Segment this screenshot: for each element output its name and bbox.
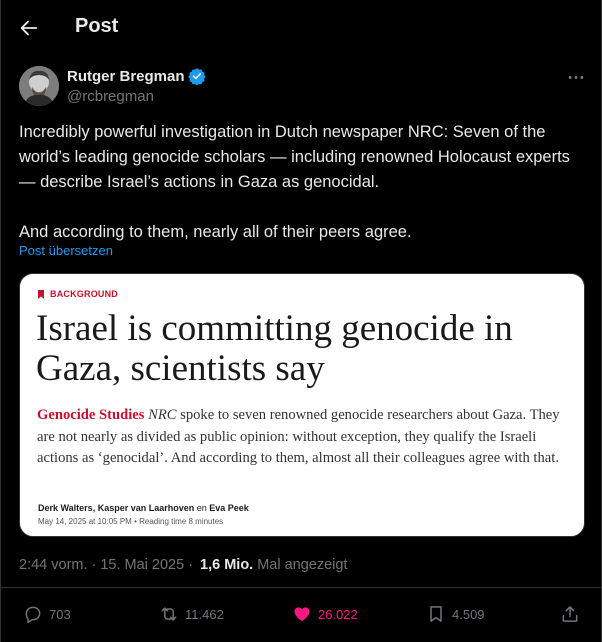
post-page: Post Rutger Bregman @rcbregman Incredibl… (0, 0, 602, 642)
repost-icon (161, 607, 177, 621)
reply-count: 703 (49, 606, 71, 622)
verified-badge-icon (187, 68, 206, 85)
deck-source: NRC (148, 407, 177, 423)
repost-count: 11.462 (185, 606, 224, 622)
bookmark-icon (430, 606, 442, 622)
post-date[interactable]: 15. Mai 2025 (100, 557, 184, 573)
meta-separator: · (188, 557, 194, 573)
kicker-label: BACKGROUND (50, 289, 118, 299)
byline-joiner: en (196, 503, 207, 513)
deck-label: Genocide Studies (37, 407, 145, 423)
meta-separator: · (91, 557, 97, 573)
author-row: Rutger Bregman @rcbregman (19, 66, 589, 108)
more-dots-icon (568, 75, 584, 79)
reply-icon (25, 606, 41, 624)
like-count: 26.022 (318, 606, 358, 622)
avatar-image (19, 66, 59, 106)
repost-button[interactable]: 11.462 (159, 604, 224, 624)
byline-last-author: Eva Peek (209, 503, 249, 513)
card-headline: Israel is committing genocide in Gaza, s… (36, 308, 513, 389)
card-kicker: BACKGROUND (38, 289, 118, 299)
page-title: Post (75, 15, 119, 37)
author-handle[interactable]: @rcbregman (67, 88, 154, 105)
tweet-text: Incredibly powerful investigation in Dut… (19, 120, 589, 245)
like-button[interactable]: 26.022 (292, 604, 358, 624)
more-button[interactable] (565, 68, 587, 86)
translate-link[interactable]: Post übersetzen (19, 243, 113, 258)
post-time[interactable]: 2:44 vorm. (19, 557, 88, 573)
view-count: 1,6 Mio. (200, 557, 254, 573)
reply-button[interactable]: 703 (23, 604, 71, 624)
timestamp-row: 2:44 vorm. · 15. Mai 2025 · 1,6 Mio. Mal… (19, 557, 348, 573)
arrow-left-icon (20, 20, 38, 36)
name-row: Rutger Bregman (67, 67, 206, 85)
tweet-paragraph: And according to them, nearly all of the… (19, 223, 412, 241)
byline-authors: Derk Walters, Kasper van Laarhoven (38, 503, 195, 513)
divider (1, 587, 602, 588)
bookmark-flag-icon (38, 289, 44, 299)
card-meta-separator: • (134, 517, 137, 526)
tweet-paragraph: Incredibly powerful investigation in Dut… (19, 123, 570, 191)
action-bar: 703 11.462 26.022 4.509 (1, 596, 602, 636)
card-date: May 14, 2025 at 10:05 PM (38, 517, 132, 526)
back-button[interactable] (17, 16, 41, 40)
share-icon (562, 606, 578, 622)
card-reading-time: Reading time 8 minutes (139, 517, 224, 526)
bookmark-count: 4.509 (452, 606, 485, 622)
card-byline: Derk Walters, Kasper van Laarhoven en Ev… (38, 503, 249, 513)
card-meta: May 14, 2025 at 10:05 PM • Reading time … (38, 517, 223, 526)
article-card[interactable]: BACKGROUND Israel is committing genocide… (19, 273, 585, 537)
heart-icon (294, 607, 310, 622)
author-name[interactable]: Rutger Bregman (67, 68, 185, 85)
bookmark-button[interactable]: 4.509 (426, 604, 485, 624)
card-deck: Genocide Studies NRC spoke to seven reno… (37, 405, 572, 470)
avatar[interactable] (19, 66, 59, 106)
share-button[interactable] (560, 604, 580, 624)
view-label: Mal angezeigt (257, 557, 348, 573)
header: Post (1, 0, 602, 56)
